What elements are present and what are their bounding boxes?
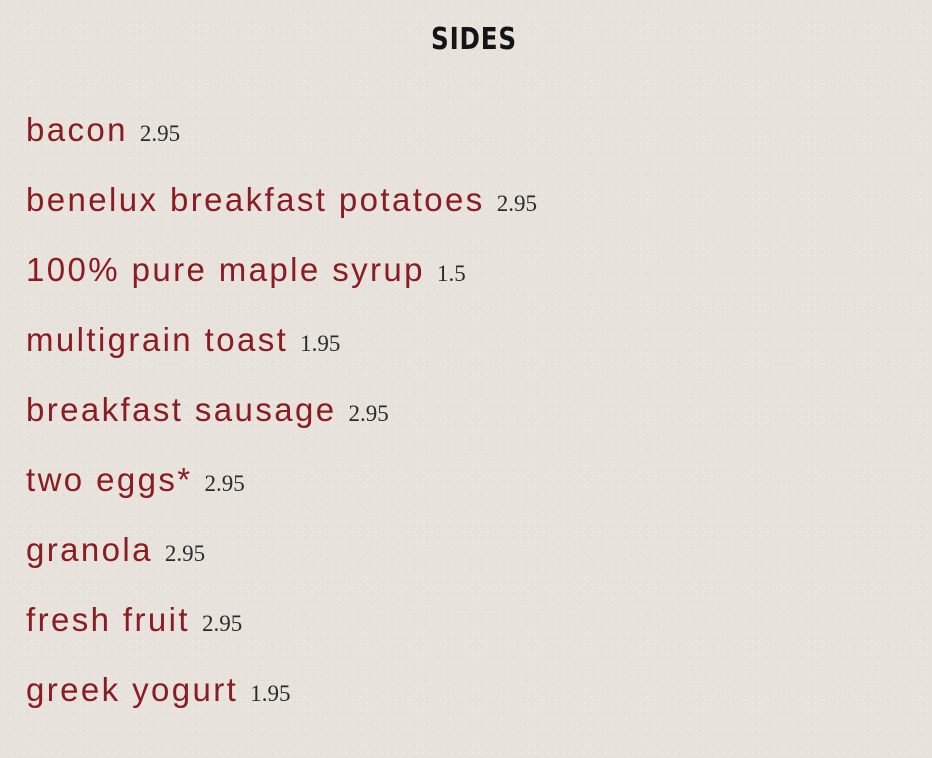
menu-item-name: breakfast sausage (26, 391, 337, 428)
menu-item-name: bacon (26, 111, 128, 148)
menu-item-name: greek yogurt (26, 671, 239, 708)
menu-item: greek yogurt 1.95 (26, 665, 537, 735)
menu-item-price: 2.95 (139, 121, 181, 146)
menu-item-price: 2.95 (496, 191, 537, 216)
menu-item-name: fresh fruit (26, 601, 190, 638)
menu-item-price: 1.5 (436, 261, 466, 286)
menu-item-price: 2.95 (201, 611, 243, 636)
menu-item-price: 2.95 (348, 401, 389, 426)
menu-item-price: 1.95 (300, 331, 341, 356)
menu-item: granola 2.95 (26, 525, 537, 595)
menu-item-price: 2.95 (204, 471, 245, 496)
menu-item-name: benelux breakfast potatoes (26, 181, 485, 218)
menu-item-list: bacon 2.95 benelux breakfast potatoes 2.95… (26, 105, 537, 735)
menu-item: 100% pure maple syrup 1.5 (26, 245, 537, 315)
menu-item: breakfast sausage 2.95 (26, 385, 537, 455)
menu-item-name: two eggs* (26, 461, 193, 498)
menu-item-name: multigrain toast (26, 321, 289, 358)
menu-item-name: granola (26, 531, 153, 568)
menu-item-price: 2.95 (164, 541, 206, 566)
menu-item: bacon 2.95 (26, 105, 537, 175)
menu-item-name: 100% pure maple syrup (26, 251, 425, 288)
section-title: SIDES (431, 22, 517, 57)
menu-item: multigrain toast 1.95 (26, 315, 537, 385)
menu-section-sides: SIDES bacon 2.95 benelux breakfast potato… (0, 0, 932, 758)
menu-item: two eggs* 2.95 (26, 455, 537, 525)
menu-item: fresh fruit 2.95 (26, 595, 537, 665)
menu-item-price: 1.95 (250, 681, 291, 706)
menu-item: benelux breakfast potatoes 2.95 (26, 175, 537, 245)
